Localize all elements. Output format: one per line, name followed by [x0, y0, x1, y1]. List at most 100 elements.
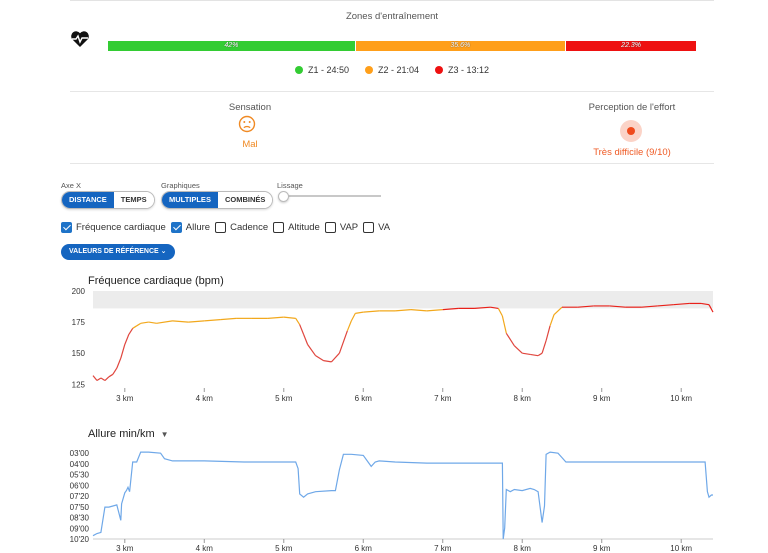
zones-title: Zones d'entraînement: [345, 11, 439, 22]
pace-y-tick-label: 07'20: [70, 492, 90, 501]
hr-x-tick-label: 3 km: [116, 394, 134, 403]
hr-x-tick-label: 8 km: [514, 394, 532, 403]
smoothing-slider-thumb[interactable]: [278, 191, 289, 202]
hr-series-segment: [172, 320, 189, 323]
hr-series-segment: [204, 319, 221, 322]
hr-series-segment: [108, 373, 114, 378]
chevron-down-icon: ⌄: [160, 248, 167, 255]
effort-value: Très difficile (9/10): [593, 147, 671, 158]
hr-series-segment: [545, 325, 551, 341]
checkbox-altitude[interactable]: Altitude: [273, 222, 320, 233]
hr-series-segment: [124, 334, 130, 345]
hr-series-segment: [92, 375, 98, 381]
axis-x-toggle: DISTANCE TEMPS: [61, 191, 155, 209]
hr-series-segment: [315, 355, 324, 362]
hr-series-segment: [128, 327, 134, 335]
zone-legend: Z1 - 24:50 Z2 - 21:04 Z3 - 13:12: [70, 65, 714, 75]
pace-x-tick-label: 5 km: [275, 544, 293, 553]
hr-series-segment: [283, 316, 296, 319]
hr-series-segment: [132, 325, 138, 329]
pace-chart-title: Allure min/km ▼: [88, 428, 169, 440]
pace-chart[interactable]: 03'00 04'00 05'3006'00 07'20 07'50 08'3009'00…: [60, 446, 720, 553]
pace-x-tick-label: 6 km: [355, 544, 373, 553]
pace-y-tick-label: 08'30: [70, 514, 90, 523]
checkbox-pace[interactable]: Allure: [170, 222, 210, 233]
pace-y-tick-label: 07'50: [70, 503, 90, 512]
hr-series-segment: [136, 322, 142, 327]
hr-series-segment: [346, 320, 352, 332]
hr-series-segment: [299, 324, 305, 335]
checkbox-checked-icon[interactable]: [170, 222, 182, 233]
heart-rate-icon: [71, 31, 89, 47]
hr-series-segment: [220, 317, 237, 321]
hr-x-tick-label: 6 km: [355, 394, 373, 403]
axis-x-time-button[interactable]: TEMPS: [113, 192, 154, 208]
hr-series-segment: [549, 314, 555, 327]
checkbox-heart-rate[interactable]: Fréquence cardiaque: [61, 222, 166, 233]
smoothing-label: Lissage: [277, 181, 303, 190]
pace-y-tick-label: 06'00: [70, 481, 90, 490]
zone-3-dot-icon: [435, 66, 444, 74]
checkbox-cadence[interactable]: Cadence: [215, 222, 268, 233]
hr-series-segment: [338, 330, 348, 354]
hr-series-segment: [497, 308, 503, 317]
pace-x-tick-label: 10 km: [670, 544, 692, 553]
hr-y-tick-label: 125: [72, 380, 86, 389]
hr-series-segment: [323, 360, 332, 363]
smoothing-slider-track[interactable]: [283, 195, 381, 197]
hr-series-segment: [100, 377, 106, 382]
checkbox-vap[interactable]: VAP: [324, 222, 358, 233]
hr-series-segment: [104, 376, 110, 381]
hr-series-segment: [96, 377, 102, 382]
zone-3-segment: 22.3%: [565, 41, 698, 51]
pace-y-tick-label: 10'20: [70, 535, 90, 544]
graphs-multiple-button[interactable]: MULTIPLES: [162, 192, 218, 208]
checkbox-va[interactable]: VA: [363, 222, 390, 233]
heart-rate-chart[interactable]: 200 175 150 125 3 km 4 km 5 km 6 km 7 km 8 km 9 km…: [60, 285, 720, 410]
hr-series-segment: [120, 344, 126, 359]
hr-series-segment: [537, 352, 543, 357]
pace-x-tick-label: 9 km: [593, 544, 611, 553]
reference-values-button[interactable]: VALEURS DE RÉFÉRENCE ⌄: [61, 244, 175, 260]
pace-series-line: [92, 451, 713, 540]
hr-series-segment: [541, 340, 547, 354]
hr-y-tick-label: 150: [72, 349, 86, 358]
hr-x-tick-label: 10 km: [670, 394, 692, 403]
pace-y-tick-label: 05'30: [70, 471, 90, 480]
hr-series-segment: [112, 367, 118, 375]
caret-down-icon[interactable]: ▼: [161, 430, 169, 439]
pace-x-tick-label: 3 km: [116, 544, 134, 553]
checkbox-unchecked-icon[interactable]: [273, 222, 285, 233]
metric-checkboxes: Fréquence cardiaque Allure Cadence Altit…: [61, 222, 390, 233]
zone-2-dot-icon: [364, 66, 373, 74]
pace-unit-selector[interactable]: min/km: [119, 428, 154, 440]
hr-series-segment: [501, 315, 507, 334]
hr-series-segment: [188, 320, 205, 323]
sensation-label: Sensation: [228, 102, 272, 113]
checkbox-unchecked-icon[interactable]: [363, 222, 375, 233]
pace-y-tick-label: 09'00: [70, 524, 90, 533]
divider: [70, 163, 714, 164]
effort-indicator: [620, 120, 642, 142]
hr-series-segment: [410, 309, 427, 312]
checkbox-unchecked-icon[interactable]: [324, 222, 336, 233]
zone-1-segment: 42%: [108, 41, 356, 51]
graphs-toggle: MULTIPLES COMBINÉS: [161, 191, 274, 209]
hr-series-segment: [140, 321, 149, 324]
axis-x-distance-button[interactable]: DISTANCE: [62, 192, 114, 208]
zone-bar: 42% 35.6% 22.3%: [108, 41, 698, 51]
hr-y-tick-label: 175: [72, 318, 86, 327]
top-divider: [70, 0, 714, 1]
hr-x-tick-label: 4 km: [196, 394, 214, 403]
hr-series-segment: [331, 352, 340, 363]
hr-series-segment: [148, 321, 157, 324]
checkbox-unchecked-icon[interactable]: [215, 222, 227, 233]
zone-legend-z2: Z2 - 21:04: [364, 65, 419, 75]
hr-series-segment: [513, 345, 523, 354]
graphs-label: Graphiques: [161, 181, 200, 190]
pace-x-tick-label: 7 km: [434, 544, 452, 553]
graphs-combined-button[interactable]: COMBINÉS: [217, 192, 273, 208]
hr-series-segment: [156, 320, 173, 324]
checkbox-checked-icon[interactable]: [61, 222, 72, 233]
hr-series-segment: [530, 353, 539, 357]
